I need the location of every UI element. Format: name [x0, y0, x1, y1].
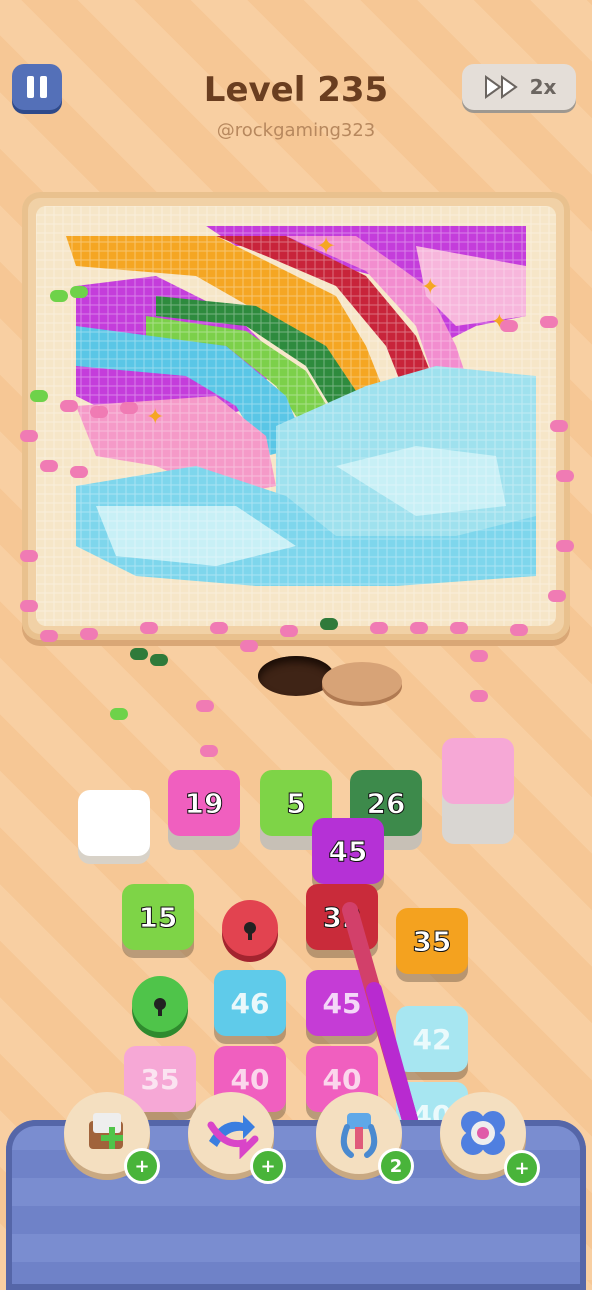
locked-tile[interactable] [132, 976, 188, 1032]
sparkle-icon: ✦ [421, 275, 439, 300]
ant [470, 650, 488, 662]
ant [280, 625, 298, 637]
queue-tile[interactable] [442, 738, 514, 804]
locked-tile[interactable] [222, 900, 278, 956]
ant [210, 622, 228, 634]
username-label: @rockgaming323 [216, 120, 376, 141]
ant [150, 654, 168, 666]
ant [20, 600, 38, 612]
add-box-icon [89, 1113, 123, 1149]
number-tile[interactable]: 15 [122, 884, 194, 950]
add-box-booster-button[interactable]: + [64, 1092, 160, 1184]
ant [550, 420, 568, 432]
speed-toggle-button[interactable]: 2x [462, 64, 576, 110]
claw-booster-button[interactable]: 2 [316, 1092, 414, 1184]
booster-badge: + [250, 1148, 286, 1184]
ant [240, 640, 258, 652]
ant [556, 470, 574, 482]
flower-booster-button[interactable]: + [440, 1092, 540, 1186]
lock-icon [244, 922, 256, 940]
ant [370, 622, 388, 634]
ant [40, 630, 58, 642]
speed-label: 2x [529, 75, 557, 99]
booster-count-badge: 2 [378, 1148, 414, 1184]
ant [556, 540, 574, 552]
ant [500, 320, 518, 332]
ant [60, 400, 78, 412]
hole-lid [322, 662, 402, 702]
magnet-claw-icon [340, 1113, 378, 1158]
number-tile[interactable]: 45 [312, 818, 384, 884]
ant [70, 466, 88, 478]
ant [450, 622, 468, 634]
ant [540, 316, 558, 328]
flower-button-icon [461, 1111, 505, 1155]
pixel-art-canvas: ✦ ✦ ✦ ✦ [36, 206, 556, 626]
ant [40, 460, 58, 472]
ant [90, 406, 108, 418]
rainbow-pixel-art: ✦ ✦ ✦ ✦ [36, 206, 556, 626]
ant [70, 286, 88, 298]
ant [110, 708, 128, 720]
ant [20, 430, 38, 442]
ant [80, 628, 98, 640]
booster-badge: + [504, 1150, 540, 1186]
ant [50, 290, 68, 302]
shuffle-arrows-icon [207, 1115, 259, 1159]
ant [30, 390, 48, 402]
shuffle-booster-button[interactable]: + [188, 1092, 286, 1184]
ant [20, 550, 38, 562]
ant [510, 624, 528, 636]
ant [320, 618, 338, 630]
ant [470, 690, 488, 702]
sparkle-icon: ✦ [316, 232, 336, 260]
number-tile[interactable]: 46 [214, 970, 286, 1036]
ant [130, 648, 148, 660]
booster-badge: + [124, 1148, 160, 1184]
ant [200, 745, 218, 757]
sparkle-icon: ✦ [146, 405, 164, 430]
ant [410, 622, 428, 634]
fast-forward-icon [484, 75, 518, 99]
ant [548, 590, 566, 602]
ant [196, 700, 214, 712]
ant [120, 402, 138, 414]
lock-icon [154, 998, 166, 1016]
queue-tile[interactable] [78, 790, 150, 856]
queue-tile[interactable]: 19 [168, 770, 240, 836]
ant [140, 622, 158, 634]
